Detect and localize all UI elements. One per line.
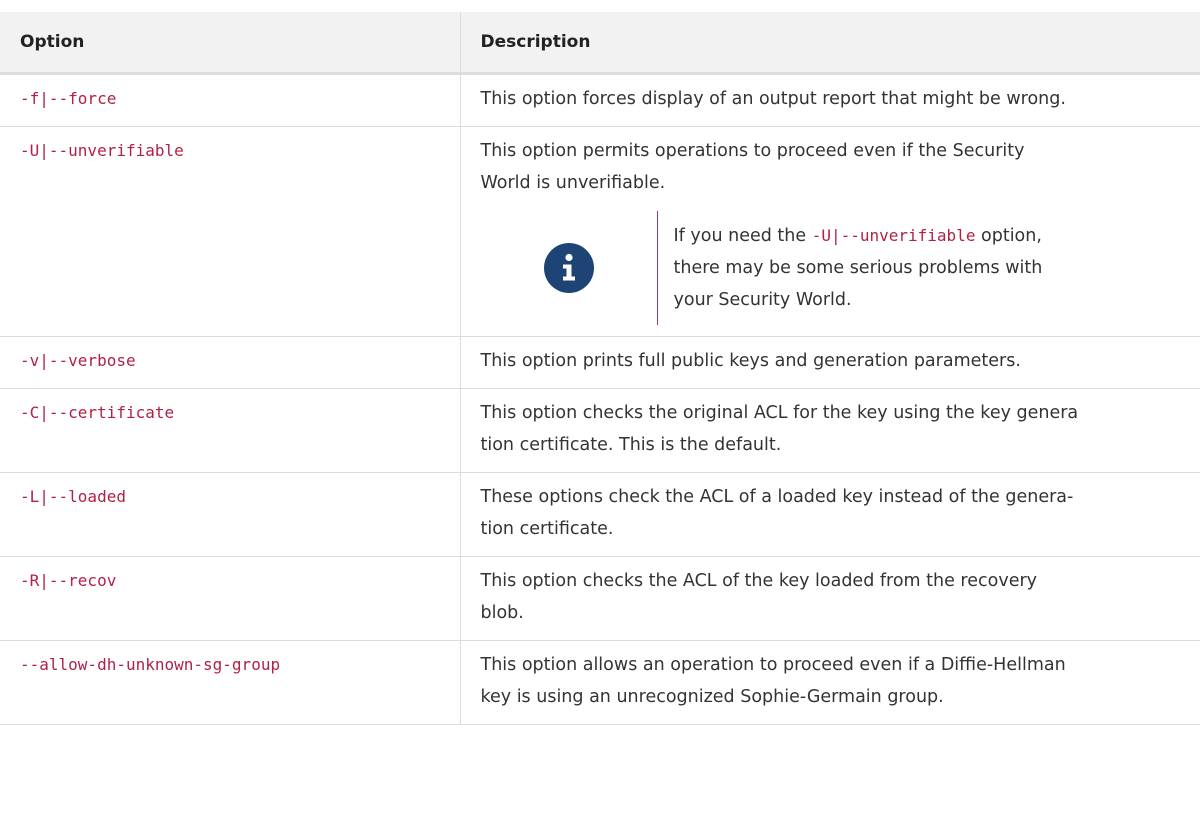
- option-cell: -U|--unverifiable: [0, 126, 461, 337]
- option-code: -f|--force: [20, 89, 117, 108]
- option-code: --allow-dh-unknown-sg-group: [20, 655, 281, 674]
- info-icon: [543, 243, 594, 293]
- option-cell: -f|--force: [0, 73, 461, 127]
- description-cell: This option checks the original ACL for …: [460, 388, 1200, 473]
- table-row: -R|--recov This option checks the ACL of…: [0, 556, 1200, 641]
- table-row: --allow-dh-unknown-sg-group This option …: [0, 640, 1200, 725]
- note-line: there may be some serious problems with: [673, 258, 1043, 278]
- description-line: This option checks the ACL of the key lo…: [480, 571, 1038, 591]
- note-text: If you need the -U|--unverifiable option…: [658, 220, 1043, 316]
- description-line: This option checks the original ACL for …: [480, 403, 1079, 423]
- description-line: This option permits operations to procee…: [480, 141, 1025, 161]
- admonition-note: If you need the -U|--unverifiable option…: [481, 211, 1200, 325]
- table-header-row: Option Description: [0, 12, 1200, 75]
- description-line: tion certificate. This is the default.: [480, 435, 782, 455]
- description-cell: This option checks the ACL of the key lo…: [460, 556, 1200, 641]
- description-cell: This option permits operations to procee…: [460, 126, 1200, 337]
- option-code: -U|--unverifiable: [20, 141, 184, 160]
- description-line: This option prints full public keys and …: [480, 351, 1021, 371]
- description-cell: This option prints full public keys and …: [460, 336, 1200, 389]
- option-code: -L|--loaded: [20, 487, 126, 506]
- description-line: World is unverifiable.: [480, 173, 666, 193]
- description-cell: This option forces display of an output …: [460, 73, 1200, 127]
- description-cell: These options check the ACL of a loaded …: [460, 472, 1200, 557]
- option-code: -v|--verbose: [20, 351, 136, 370]
- option-cell: -C|--certificate: [0, 388, 461, 473]
- header-option: Option: [0, 12, 461, 75]
- option-cell: -v|--verbose: [0, 336, 461, 389]
- option-cell: --allow-dh-unknown-sg-group: [0, 640, 461, 725]
- option-cell: -L|--loaded: [0, 472, 461, 557]
- table-row: -U|--unverifiable This option permits op…: [0, 126, 1200, 337]
- options-table-container: Option Description -f|--force This optio…: [0, 12, 1200, 725]
- option-code: -C|--certificate: [20, 403, 175, 422]
- note-code: -U|--unverifiable: [811, 226, 976, 245]
- table-row: -f|--force This option forces display of…: [0, 73, 1200, 127]
- description-cell: This option allows an operation to proce…: [460, 640, 1200, 725]
- table-row: -v|--verbose This option prints full pub…: [0, 336, 1200, 389]
- note-icon-area: [481, 211, 658, 325]
- description-line: This option allows an operation to proce…: [480, 655, 1066, 675]
- description-line: blob.: [480, 603, 524, 623]
- options-table: Option Description -f|--force This optio…: [0, 12, 1200, 725]
- note-suffix: option,: [975, 226, 1042, 246]
- table-row: -C|--certificate This option checks the …: [0, 388, 1200, 473]
- option-code: -R|--recov: [20, 571, 117, 590]
- description-line: key is using an unrecognized Sophie-Germ…: [480, 687, 944, 707]
- note-line: If you need the -U|--unverifiable option…: [674, 220, 1043, 252]
- description-line: These options check the ACL of a loaded …: [480, 487, 1074, 507]
- option-cell: -R|--recov: [0, 556, 461, 641]
- table-row: -L|--loaded These options check the ACL …: [0, 472, 1200, 557]
- note-prefix: If you need the: [673, 226, 812, 246]
- description-line: tion certificate.: [480, 519, 614, 539]
- header-description: Description: [460, 12, 1200, 75]
- description-line: This option forces display of an output …: [480, 89, 1066, 109]
- note-line: your Security World.: [673, 290, 852, 310]
